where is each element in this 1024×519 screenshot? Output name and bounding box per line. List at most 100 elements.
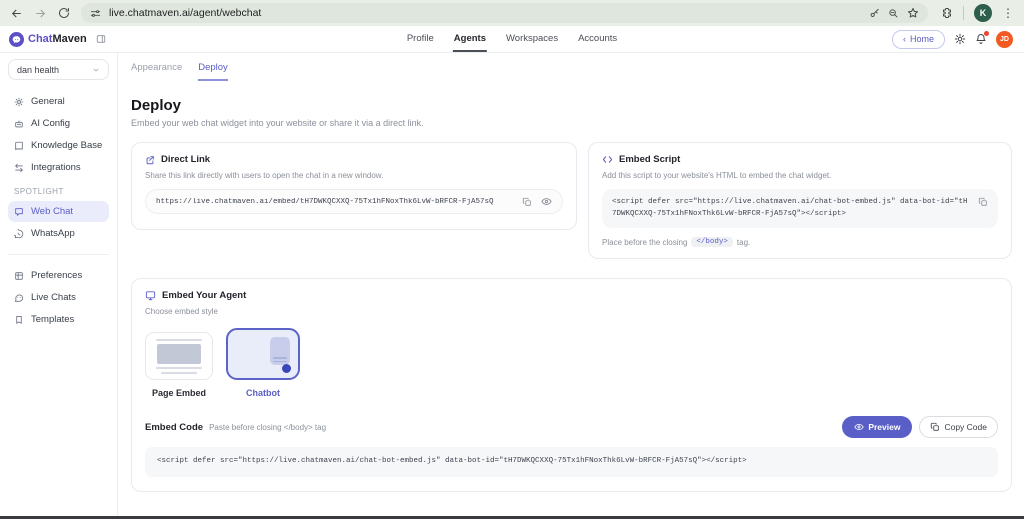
settings-gear-icon[interactable] bbox=[954, 33, 966, 45]
sidebar-item-whatsapp[interactable]: WhatsApp bbox=[8, 223, 109, 244]
nav-item-accounts[interactable]: Accounts bbox=[577, 26, 618, 52]
app-header: ChatMaven Profile Agents Workspaces Acco… bbox=[0, 26, 1024, 53]
grid-icon bbox=[14, 271, 24, 281]
brand[interactable]: ChatMaven bbox=[0, 31, 118, 47]
sidebar-item-general[interactable]: General bbox=[8, 91, 109, 112]
chat-smile-icon bbox=[14, 293, 24, 303]
code-icon bbox=[602, 154, 613, 165]
copy-icon[interactable] bbox=[522, 197, 532, 207]
url-text[interactable]: live.chatmaven.ai/agent/webchat bbox=[109, 7, 861, 19]
password-key-icon[interactable] bbox=[869, 8, 880, 19]
embed-script-code-box: <script defer src="https://live.chatmave… bbox=[602, 189, 998, 229]
address-bar[interactable]: live.chatmaven.ai/agent/webchat bbox=[81, 3, 928, 23]
embed-code-hint: Paste before closing </body> tag bbox=[209, 422, 327, 432]
book-icon bbox=[14, 141, 24, 151]
site-info-icon[interactable] bbox=[90, 8, 101, 19]
sidebar-item-label: Preferences bbox=[31, 270, 83, 281]
sidebar-item-templates[interactable]: Templates bbox=[8, 309, 109, 330]
embed-script-description: Add this script to your website's HTML t… bbox=[602, 171, 832, 180]
deploy-content: Deploy Embed your web chat widget into y… bbox=[118, 81, 1024, 492]
extensions-icon[interactable] bbox=[941, 7, 953, 19]
monitor-icon bbox=[145, 290, 156, 301]
body-tag-chip: </body> bbox=[691, 237, 733, 248]
sidebar-item-label: WhatsApp bbox=[31, 228, 75, 239]
sidebar-item-live-chats[interactable]: Live Chats bbox=[8, 287, 109, 308]
sidebar-divider bbox=[8, 254, 109, 255]
bookmark-star-icon[interactable] bbox=[907, 7, 919, 19]
embed-style-option-page[interactable]: Page Embed bbox=[145, 332, 213, 398]
browser-back-icon[interactable] bbox=[10, 7, 23, 20]
sidebar-item-label: Web Chat bbox=[31, 206, 74, 217]
sidebar-item-preferences[interactable]: Preferences bbox=[8, 265, 109, 286]
direct-link-title: Direct Link bbox=[161, 154, 211, 165]
copy-icon[interactable] bbox=[978, 197, 988, 207]
embed-code-box: <script defer src="https://live.chatmave… bbox=[145, 447, 998, 477]
page-embed-label: Page Embed bbox=[151, 388, 207, 399]
embed-code-label: Embed Code bbox=[145, 421, 204, 433]
home-button[interactable]: ‹ Home bbox=[891, 29, 945, 49]
page-embed-thumbnail bbox=[156, 338, 202, 374]
sidebar-item-label: AI Config bbox=[31, 118, 71, 129]
gear-icon bbox=[14, 97, 24, 107]
header-right: ‹ Home JD bbox=[891, 29, 1024, 49]
sidebar-item-label: Live Chats bbox=[31, 292, 76, 303]
preview-button[interactable]: Preview bbox=[842, 416, 913, 439]
embed-script-title: Embed Script bbox=[619, 154, 681, 165]
embed-style-option-chatbot[interactable]: Chatbot bbox=[226, 328, 300, 398]
sidebar-item-label: Integrations bbox=[31, 162, 81, 173]
embed-script-code: <script defer src="https://live.chatmave… bbox=[612, 198, 968, 218]
swap-arrows-icon bbox=[14, 163, 24, 173]
workspace-name: dan health bbox=[17, 64, 60, 75]
sidebar-section-spotlight: SPOTLIGHT bbox=[14, 187, 64, 196]
direct-link-card: Direct Link Share this link directly wit… bbox=[131, 142, 577, 230]
page-title: Deploy bbox=[131, 97, 182, 114]
top-nav: Profile Agents Workspaces Accounts bbox=[406, 26, 618, 52]
zoom-out-icon[interactable] bbox=[888, 8, 899, 19]
embed-script-card: Embed Script Add this script to your web… bbox=[588, 142, 1012, 260]
page-embed-tile[interactable] bbox=[145, 332, 213, 381]
sidebar-item-label: Templates bbox=[31, 314, 75, 325]
chatbot-tile-selected[interactable] bbox=[226, 328, 300, 381]
nav-item-profile[interactable]: Profile bbox=[406, 26, 435, 52]
main-area: Appearance Deploy Deploy Embed your web … bbox=[118, 53, 1024, 516]
sidebar-item-ai-config[interactable]: AI Config bbox=[8, 113, 109, 134]
browser-reload-icon[interactable] bbox=[58, 7, 70, 19]
sidebar-item-knowledge-base[interactable]: Knowledge Base bbox=[8, 135, 109, 156]
browser-profile-avatar[interactable]: K bbox=[974, 4, 992, 22]
tab-appearance[interactable]: Appearance bbox=[131, 62, 182, 81]
notifications-bell-icon[interactable] bbox=[975, 31, 989, 45]
sidebar-item-integrations[interactable]: Integrations bbox=[8, 157, 109, 178]
external-link-icon bbox=[145, 155, 155, 165]
workspace-selector[interactable]: dan health bbox=[8, 59, 109, 80]
sidebar-item-label: Knowledge Base bbox=[31, 140, 103, 151]
copy-code-button-label: Copy Code bbox=[944, 422, 987, 433]
copy-icon bbox=[930, 422, 940, 432]
direct-link-field: https://live.chatmaven.ai/embed/tH7DWKQC… bbox=[145, 189, 563, 214]
notification-dot bbox=[984, 31, 989, 36]
user-avatar[interactable]: JD bbox=[996, 30, 1013, 48]
copy-code-button[interactable]: Copy Code bbox=[919, 416, 998, 439]
tab-deploy[interactable]: Deploy bbox=[198, 62, 228, 81]
sidebar-item-web-chat[interactable]: Web Chat bbox=[8, 201, 109, 222]
whatsapp-icon bbox=[14, 228, 24, 239]
browser-forward-icon[interactable] bbox=[34, 7, 47, 20]
sidebar-collapse-icon[interactable] bbox=[96, 34, 106, 44]
embed-agent-title: Embed Your Agent bbox=[162, 290, 247, 302]
embed-code-text: <script defer src="https://live.chatmave… bbox=[157, 457, 747, 466]
nav-item-agents[interactable]: Agents bbox=[452, 26, 487, 52]
page-subtitle: Embed your web chat widget into your web… bbox=[131, 118, 424, 128]
note-prefix: Place before the closing bbox=[602, 237, 688, 247]
browser-menu-icon[interactable]: ⋮ bbox=[1002, 6, 1014, 20]
eye-icon bbox=[854, 422, 864, 432]
chatmaven-logo-icon bbox=[9, 31, 24, 47]
direct-link-description: Share this link directly with users to o… bbox=[145, 171, 384, 180]
preview-button-label: Preview bbox=[868, 422, 901, 433]
tab-bar: Appearance Deploy bbox=[118, 53, 1024, 81]
brand-name: ChatMaven bbox=[28, 33, 87, 45]
embed-script-note: Place before the closing </body> tag. bbox=[602, 237, 998, 248]
chatbot-thumbnail-panel bbox=[270, 337, 290, 366]
browser-toolbar: live.chatmaven.ai/agent/webchat K ⋮ bbox=[0, 0, 1024, 26]
eye-icon[interactable] bbox=[541, 196, 552, 207]
toolbar-divider bbox=[963, 6, 964, 20]
nav-item-workspaces[interactable]: Workspaces bbox=[505, 26, 559, 52]
